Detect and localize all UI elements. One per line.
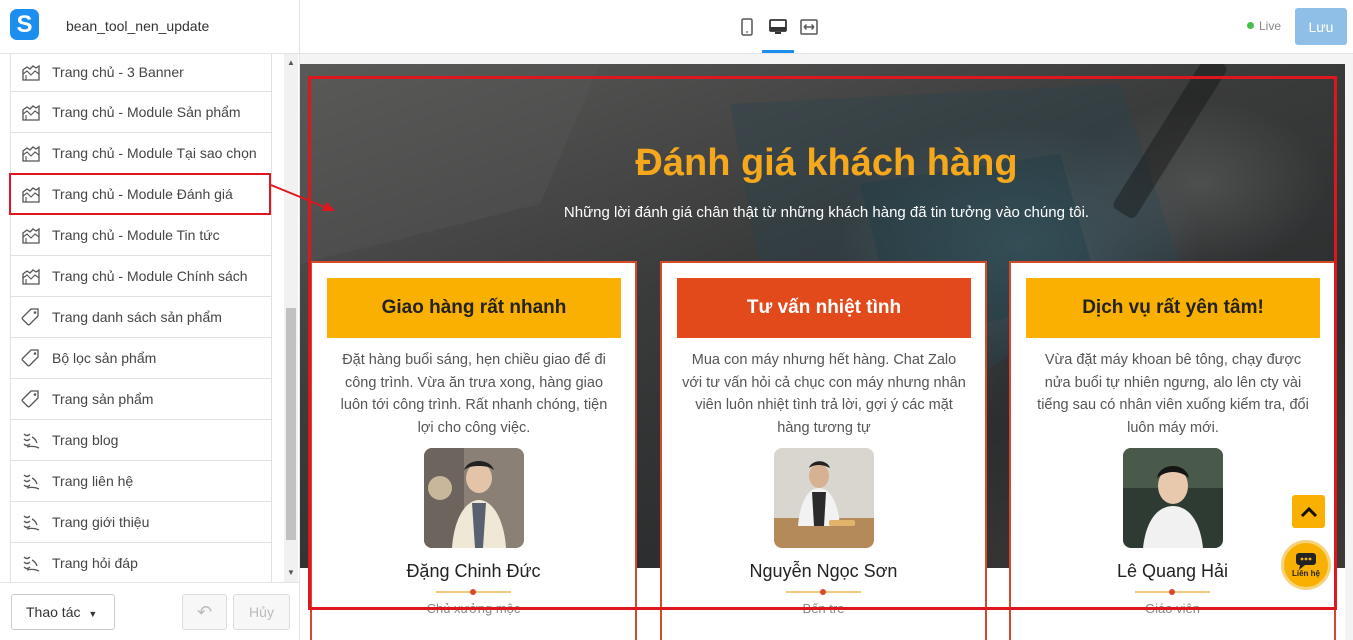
reviewer-role: Chủ xưởng mộc <box>426 601 521 616</box>
undo-button[interactable]: ↶ <box>182 594 227 630</box>
wave-page-icon <box>21 512 41 532</box>
desktop-view-button[interactable] <box>768 17 788 37</box>
review-card: Tư vấn nhiệt tình Mua con máy nhưng hết h… <box>660 261 987 640</box>
back-to-top-button[interactable] <box>1292 495 1325 528</box>
sidebar-item-label: Trang chủ - Module Tin tức <box>52 227 220 243</box>
home-layout-icon <box>21 225 41 245</box>
actions-label: Thao tác <box>26 604 81 620</box>
sidebar-scroll-thumb[interactable] <box>286 308 296 540</box>
sidebar-item[interactable]: Trang chủ - Module Tại sao chọn <box>10 133 272 174</box>
top-bar: S bean_tool_nen_update Live Lưu <box>0 0 1353 54</box>
divider-dot-icon <box>820 589 826 595</box>
expand-width-icon <box>800 19 818 35</box>
tag-icon <box>21 389 41 409</box>
review-text: Mua con máy nhưng hết hàng. Chat Zalo vớ… <box>682 352 966 436</box>
chevron-up-icon <box>1300 506 1317 517</box>
scroll-up-arrow-icon[interactable]: ▲ <box>286 58 296 68</box>
actions-dropdown[interactable]: Thao tác ▼ <box>11 594 115 630</box>
reviewer-avatar <box>424 448 524 548</box>
sidebar-item-label: Trang chủ - 3 Banner <box>52 63 184 80</box>
sidebar-item-label: Trang danh sách sản phẩm <box>52 309 222 325</box>
reviewer-role: Giáo viên <box>1145 601 1200 616</box>
contact-label: Liên hệ <box>1291 569 1320 578</box>
reviewer-name: Nguyễn Ngọc Sơn <box>749 561 898 581</box>
review-heading: Giao hàng rất nhanh <box>327 278 621 338</box>
sidebar-item-label: Trang chủ - Module Đánh giá <box>52 186 233 202</box>
sidebar-item[interactable]: Trang danh sách sản phẩm <box>10 297 272 338</box>
section-title: Đánh giá khách hàng <box>635 142 1018 184</box>
preview-canvas: Đánh giá khách hàng Những lời đánh giá c… <box>300 54 1353 640</box>
preview-scrollbar[interactable] <box>1345 54 1353 640</box>
sidebar-item[interactable]: Trang blog <box>10 420 272 461</box>
mobile-view-button[interactable] <box>737 17 757 37</box>
sidebar-item-label: Trang chủ - Module Tại sao chọn <box>52 145 257 161</box>
mobile-icon <box>741 18 753 36</box>
home-layout-icon <box>21 102 41 122</box>
app-logo: S <box>10 9 39 40</box>
sidebar-item[interactable]: Trang chủ - 3 Banner <box>10 54 272 92</box>
sidebar-item[interactable]: Trang chủ - Module Chính sách <box>10 256 272 297</box>
sidebar-item[interactable]: Trang chủ - Module Sản phẩm <box>10 92 272 133</box>
chat-icon <box>1296 553 1316 570</box>
sidebar-item-label: Trang hỏi đáp <box>52 555 138 571</box>
home-layout-icon <box>21 266 41 286</box>
review-card: Giao hàng rất nhanh Đặt hàng buổi sáng, h… <box>310 261 637 640</box>
wave-page-icon <box>21 430 41 450</box>
home-layout-icon <box>21 184 41 204</box>
name-divider <box>1135 589 1210 595</box>
sidebar-item[interactable]: Trang chủ - Module Đánh giá <box>10 174 272 215</box>
undo-icon: ↶ <box>196 601 213 622</box>
sidebar-item-label: Trang giới thiệu <box>52 514 150 530</box>
sidebar-item[interactable]: Trang giới thiệu <box>10 502 272 543</box>
wave-page-icon <box>21 471 41 491</box>
review-text: Vừa đặt máy khoan bê tông, chạy được nửa… <box>1037 352 1309 436</box>
review-text: Đặt hàng buổi sáng, hẹn chiều giao để đi… <box>340 352 608 436</box>
sidebar-item[interactable]: Trang hỏi đáp <box>10 543 272 582</box>
name-divider <box>436 589 511 595</box>
reviewer-role: Bến tre <box>802 601 845 616</box>
scroll-down-arrow-icon[interactable]: ▼ <box>286 568 296 578</box>
section-list: Trang chủ - 3 Banner Trang chủ - Module S… <box>10 54 272 582</box>
section-subtitle: Những lời đánh giá chân thật từ những kh… <box>563 204 1090 221</box>
divider-dot-icon <box>470 589 476 595</box>
live-dot-icon <box>1247 22 1254 29</box>
review-card: Dịch vụ rất yên tâm! Vừa đặt máy khoan bê… <box>1009 261 1336 640</box>
review-heading: Tư vấn nhiệt tình <box>677 278 971 338</box>
topbar-divider <box>299 0 300 54</box>
sidebar-footer: Thao tác ▼ ↶ Hủy <box>0 582 300 640</box>
sidebar-item[interactable]: Trang sản phẩm <box>10 379 272 420</box>
home-layout-icon <box>21 143 41 163</box>
cancel-button[interactable]: Hủy <box>233 594 290 630</box>
sidebar-item-label: Trang sản phẩm <box>52 391 154 407</box>
sidebar-item-label: Trang blog <box>52 432 119 448</box>
reviewer-avatar <box>774 448 874 548</box>
wave-page-icon <box>21 553 41 573</box>
live-label: Live <box>1259 19 1282 33</box>
review-heading: Dịch vụ rất yên tâm! <box>1026 278 1320 338</box>
desktop-icon <box>769 19 787 34</box>
sidebar-item-label: Trang liên hệ <box>52 473 134 489</box>
sidebar-item[interactable]: Trang liên hệ <box>10 461 272 502</box>
save-button[interactable]: Lưu <box>1295 8 1347 45</box>
live-status: Live <box>1247 19 1281 33</box>
tag-icon <box>21 348 41 368</box>
theme-name: bean_tool_nen_update <box>66 18 210 34</box>
reviewer-name: Đặng Chinh Đức <box>406 561 541 581</box>
divider-dot-icon <box>1169 589 1175 595</box>
sidebar-item[interactable]: Bộ lọc sản phẩm <box>10 338 272 379</box>
sidebar-item-label: Trang chủ - Module Sản phẩm <box>52 104 241 120</box>
sidebar-item-label: Bộ lọc sản phẩm <box>52 350 157 366</box>
contact-bubble-button[interactable]: Liên hệ <box>1281 540 1331 590</box>
sidebar: Trang chủ - 3 Banner Trang chủ - Module S… <box>0 54 300 582</box>
caret-down-icon: ▼ <box>88 609 98 619</box>
fullwidth-view-button[interactable] <box>799 17 819 37</box>
reviewer-avatar <box>1123 448 1223 548</box>
name-divider <box>786 589 861 595</box>
active-device-indicator <box>762 50 794 53</box>
tag-icon <box>21 307 41 327</box>
sidebar-item[interactable]: Trang chủ - Module Tin tức <box>10 215 272 256</box>
home-layout-icon <box>21 62 41 82</box>
sidebar-item-label: Trang chủ - Module Chính sách <box>52 268 248 284</box>
